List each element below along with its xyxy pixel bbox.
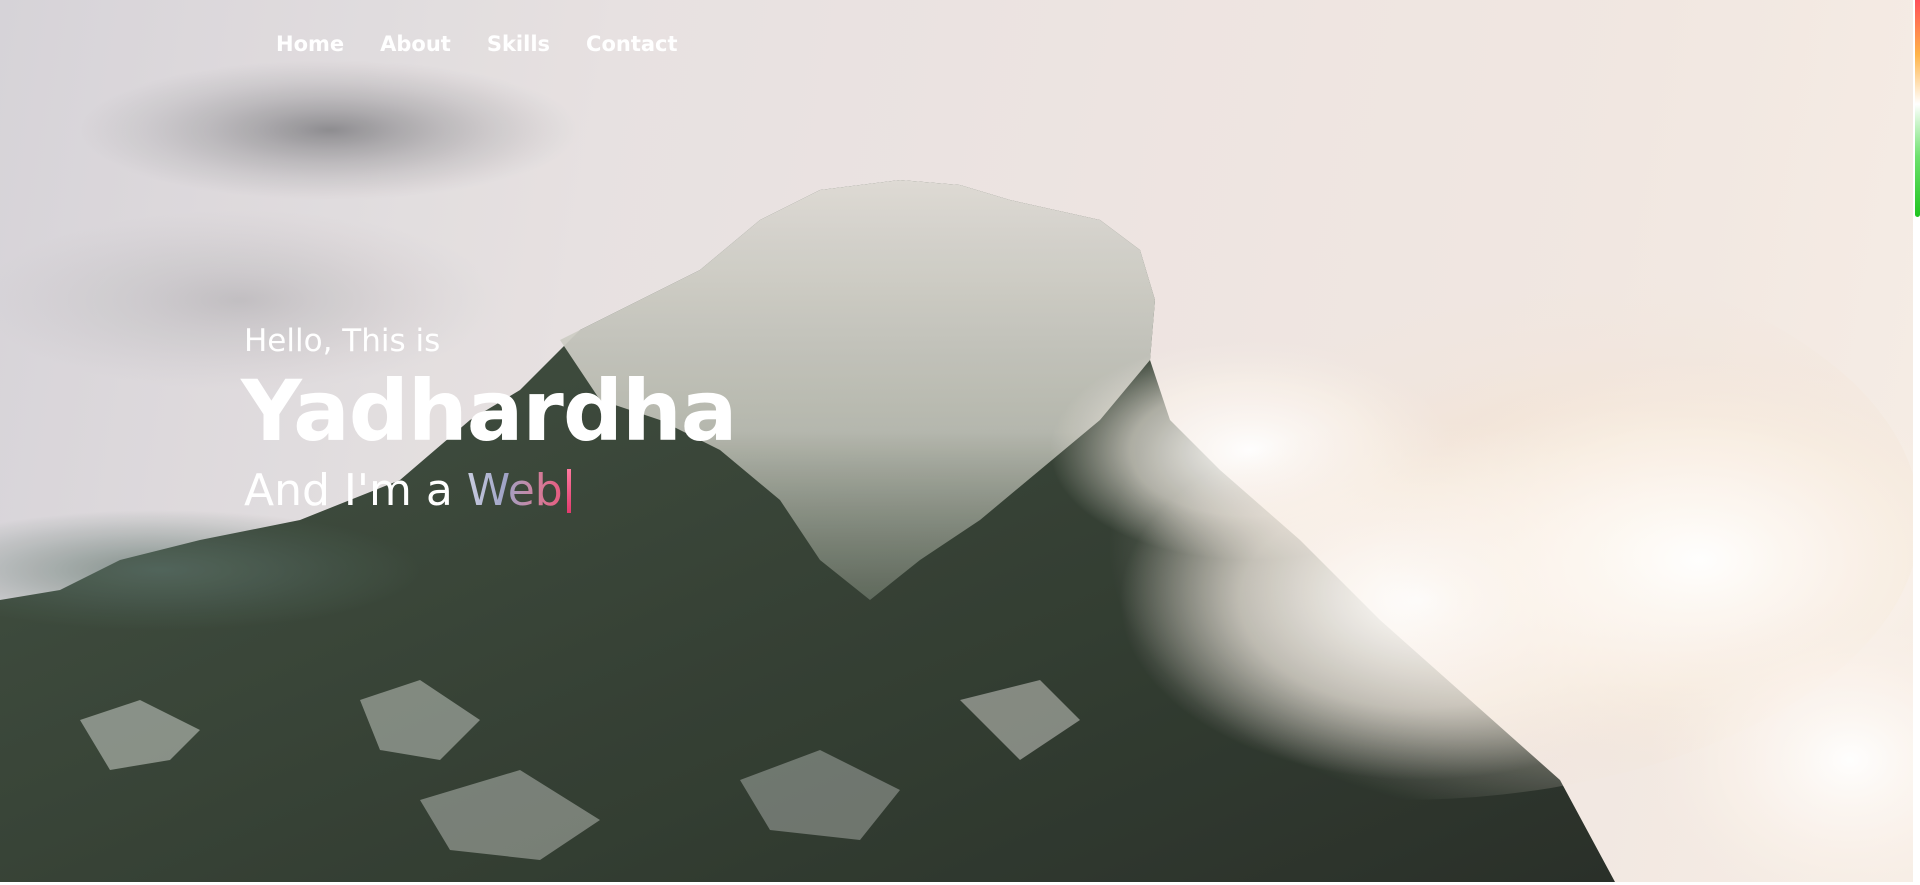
page-root: Home About Skills Contact Hello, This is…	[0, 0, 1920, 885]
nav-link-about[interactable]: About	[362, 24, 469, 65]
scroll-progress-bar[interactable]	[1915, 0, 1920, 217]
typing-caret	[566, 469, 571, 513]
hero-tagline: And I'm a Web	[244, 469, 736, 513]
tagline-typed-text: Web	[466, 465, 563, 516]
tagline-static-text: And I'm a	[244, 465, 467, 516]
nav-link-skills[interactable]: Skills	[469, 24, 568, 65]
nav-link-contact[interactable]: Contact	[568, 24, 696, 65]
nav-link-home[interactable]: Home	[258, 24, 362, 65]
hero-greeting: Hello, This is	[244, 323, 441, 359]
hero-name: Yadhardha	[241, 362, 737, 460]
navbar: Home About Skills Contact	[258, 24, 696, 65]
hero-text-block: Hello, This is Yadhardha And I'm a Web	[241, 323, 737, 513]
